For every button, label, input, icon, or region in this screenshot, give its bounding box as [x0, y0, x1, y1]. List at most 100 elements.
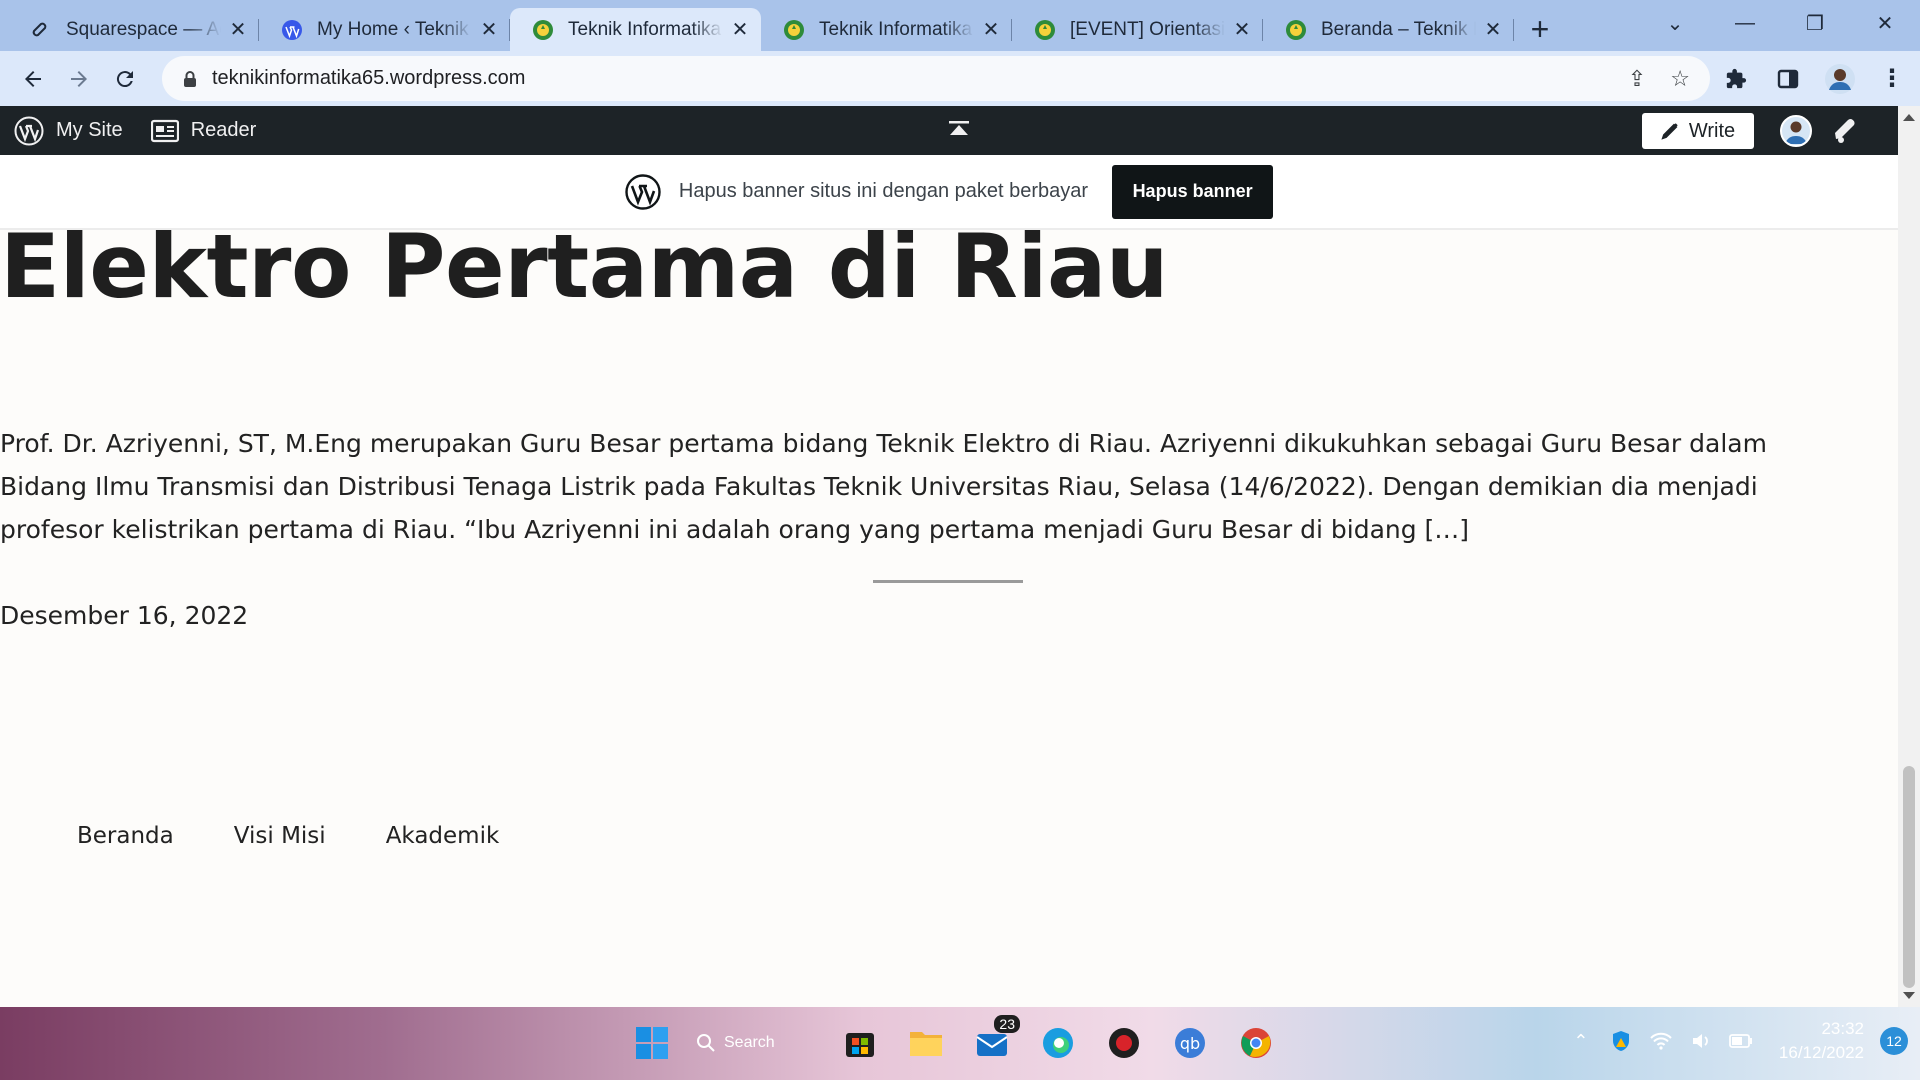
- restore-button[interactable]: ❐: [1780, 0, 1850, 46]
- show-hidden-icons-chevron-icon[interactable]: ⌃: [1569, 1029, 1593, 1053]
- post-date[interactable]: Desember 16, 2022: [0, 601, 248, 630]
- tab-close-icon[interactable]: ✕: [729, 19, 751, 41]
- notification-center-badge[interactable]: 12: [1880, 1027, 1908, 1055]
- user-avatar[interactable]: [1780, 115, 1812, 147]
- site-logo-icon: [1034, 19, 1056, 41]
- footer-nav-beranda[interactable]: Beranda: [77, 823, 174, 849]
- write-button[interactable]: Write: [1642, 113, 1754, 149]
- chrome-icon[interactable]: [1234, 1021, 1278, 1065]
- close-window-button[interactable]: ✕: [1850, 0, 1920, 46]
- search-icon: [697, 1034, 715, 1052]
- extensions-puzzle-icon[interactable]: [1718, 61, 1754, 97]
- reload-button[interactable]: [102, 56, 148, 102]
- window-controls: ⌄ — ❐ ✕: [1640, 0, 1920, 51]
- back-button[interactable]: [10, 56, 56, 102]
- volume-icon[interactable]: [1689, 1029, 1713, 1053]
- clock[interactable]: 23:32 16/12/2022: [1779, 1017, 1864, 1065]
- footer-nav-visi-misi[interactable]: Visi Misi: [234, 823, 326, 849]
- reader-label: Reader: [190, 119, 257, 141]
- system-tray: ⌃ 23:32 16/12/2022 12: [1569, 1017, 1908, 1065]
- tab-title: Beranda – Teknik Informatika: [1321, 18, 1476, 40]
- tab-close-icon[interactable]: ✕: [227, 19, 249, 41]
- scroll-up-arrow-icon[interactable]: [1903, 114, 1915, 121]
- more-menu-icon[interactable]: ⋮: [1874, 61, 1910, 97]
- browser-toolbar: teknikinformatika65.wordpress.com ⇪ ☆ ⋮: [0, 51, 1920, 106]
- separator: [873, 580, 1023, 583]
- tab-close-icon[interactable]: ✕: [1482, 19, 1504, 41]
- wordpress-admin-bar: My Site Reader Write: [0, 106, 1920, 155]
- share-icon[interactable]: ⇪: [1628, 66, 1646, 92]
- microsoft-store-icon[interactable]: [838, 1021, 882, 1065]
- browser-tab-strip: Squarespace — Account Dashboard✕My Home …: [0, 0, 1920, 51]
- banner-message: Hapus banner situs ini dengan paket berb…: [678, 180, 1089, 202]
- reader-icon: [150, 119, 179, 142]
- upgrade-banner: Hapus banner situs ini dengan paket berb…: [0, 155, 1898, 230]
- site-logo-icon: [1285, 19, 1307, 41]
- new-tab-button[interactable]: +: [1518, 8, 1562, 51]
- start-windows-icon[interactable]: [630, 1021, 674, 1065]
- my-site-link[interactable]: My Site: [0, 106, 137, 155]
- battery-icon[interactable]: [1729, 1029, 1753, 1053]
- post-excerpt: Prof. Dr. Azriyenni, ST, M.Eng merupakan…: [0, 429, 1767, 544]
- clock-date: 16/12/2022: [1778, 1043, 1864, 1062]
- taskbar-apps: Search 23 qb: [630, 1015, 1278, 1065]
- tab-title: [EVENT] Orientasi Program: [1070, 18, 1225, 40]
- bookmark-star-icon[interactable]: ☆: [1670, 66, 1690, 92]
- omnibox-actions: ⇪ ☆: [1628, 66, 1690, 92]
- profile-avatar-icon[interactable]: [1822, 61, 1858, 97]
- tab-close-icon[interactable]: ✕: [980, 19, 1002, 41]
- tab-close-icon[interactable]: ✕: [1231, 19, 1253, 41]
- wordpress-icon: [281, 19, 303, 41]
- tab-title: Teknik Informatika Universitas: [819, 18, 974, 40]
- edge-browser-icon[interactable]: [1036, 1021, 1080, 1065]
- side-panel-icon[interactable]: [1770, 61, 1806, 97]
- footer-nav-akademik[interactable]: Akademik: [386, 823, 500, 849]
- my-site-label: My Site: [56, 119, 123, 141]
- toolbar-right: ⋮: [1718, 56, 1910, 101]
- tab-title: Teknik Informatika Universitas: [568, 18, 723, 40]
- address-bar[interactable]: teknikinformatika65.wordpress.com ⇪ ☆: [162, 56, 1710, 101]
- tab-close-icon[interactable]: ✕: [478, 19, 500, 41]
- clock-time: 23:32: [1821, 1019, 1864, 1038]
- remove-banner-button[interactable]: Hapus banner: [1112, 164, 1274, 219]
- browser-tab[interactable]: Beranda – Teknik Informatika ✕: [1263, 8, 1514, 51]
- scrollbar-thumb[interactable]: [1903, 766, 1915, 988]
- tab-title: Squarespace — Account Dashboard: [66, 18, 221, 40]
- site-logo-icon: [532, 19, 554, 41]
- minimize-button[interactable]: —: [1710, 0, 1780, 46]
- wordpress-logo-icon: [14, 116, 44, 145]
- url-text[interactable]: teknikinformatika65.wordpress.com: [212, 67, 1628, 90]
- wifi-icon[interactable]: [1649, 1029, 1673, 1053]
- taskbar-search-label: Search: [724, 1034, 775, 1051]
- game-app-icon[interactable]: [1102, 1021, 1146, 1065]
- svg-text:qb: qb: [1180, 1034, 1200, 1053]
- browser-tab[interactable]: My Home ‹ Teknik Informatika ✕: [259, 8, 510, 51]
- reload-icon: [116, 70, 133, 87]
- browser-tab[interactable]: Teknik Informatika Universitas ✕: [761, 8, 1012, 51]
- scroll-down-arrow-icon[interactable]: [1903, 992, 1915, 999]
- reader-link[interactable]: Reader: [137, 106, 271, 155]
- forward-arrow-icon: [71, 70, 87, 87]
- file-explorer-icon[interactable]: [904, 1021, 948, 1065]
- back-arrow-icon: [25, 70, 41, 87]
- tab-search-icon[interactable]: ⌄: [1640, 0, 1710, 46]
- mail-badge: 23: [994, 1015, 1020, 1033]
- tab-title: My Home ‹ Teknik Informatika: [317, 18, 472, 40]
- notifications-bell-icon[interactable]: [1832, 117, 1860, 145]
- tab-list: Squarespace — Account Dashboard✕My Home …: [0, 8, 1514, 51]
- browser-tab[interactable]: [EVENT] Orientasi Program ✕: [1012, 8, 1263, 51]
- forward-button[interactable]: [56, 56, 102, 102]
- browser-tab[interactable]: Squarespace — Account Dashboard ✕: [8, 8, 259, 51]
- site-logo-icon: [783, 19, 805, 41]
- windows-taskbar: Search 23 qb ⌃ 23:32 16/12/2022 12: [0, 1007, 1920, 1080]
- lock-icon[interactable]: [182, 70, 198, 88]
- wordpress-logo-icon: [625, 173, 661, 210]
- qbittorrent-icon[interactable]: qb: [1168, 1021, 1212, 1065]
- post-title[interactable]: Elektro Pertama di Riau: [0, 230, 1169, 318]
- mail-icon[interactable]: 23: [970, 1015, 1020, 1065]
- taskbar-search[interactable]: Search: [696, 1021, 816, 1065]
- security-shield-icon[interactable]: [1609, 1029, 1633, 1053]
- browser-tab-active[interactable]: Teknik Informatika Universitas ✕: [510, 8, 761, 51]
- page-scrollbar[interactable]: [1898, 106, 1920, 1007]
- collapse-bar-icon[interactable]: [946, 117, 972, 143]
